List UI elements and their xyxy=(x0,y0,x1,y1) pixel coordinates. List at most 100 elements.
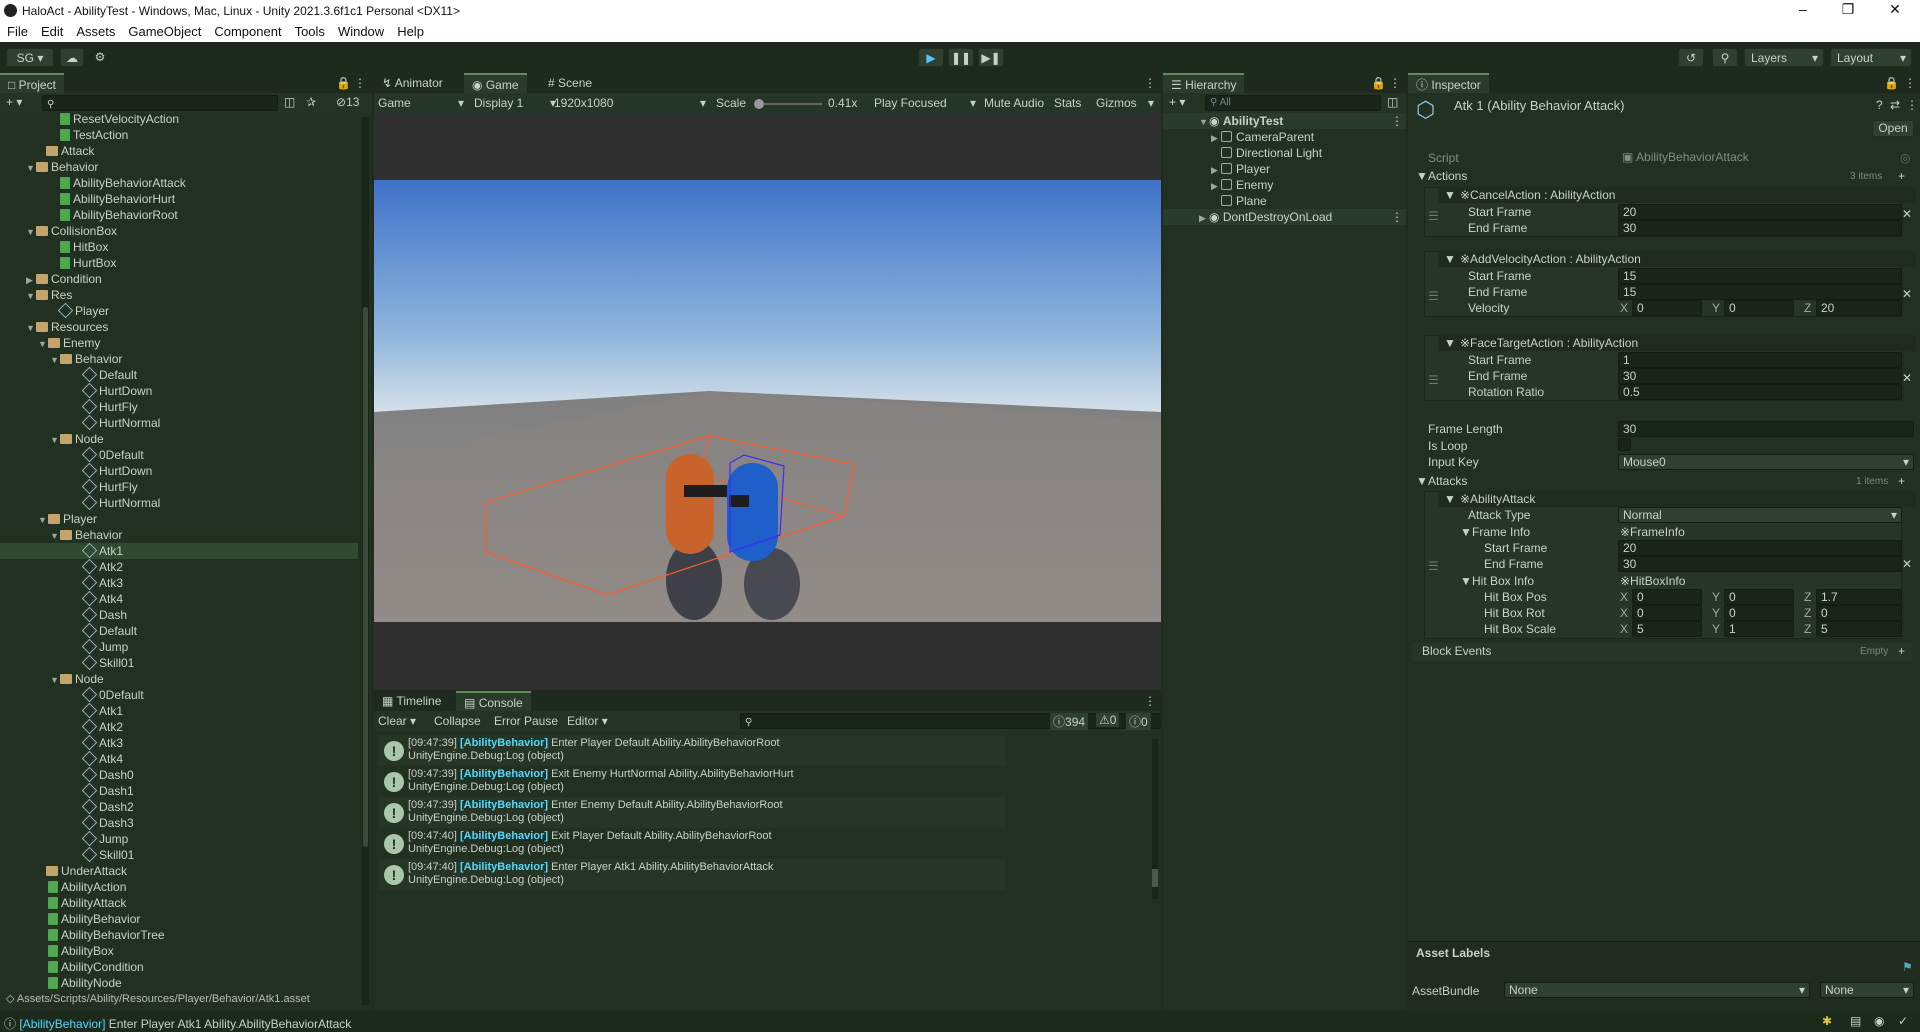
end-frame-field[interactable]: 30 xyxy=(1618,368,1902,384)
project-item[interactable]: HurtDown xyxy=(81,462,152,479)
target-icon[interactable]: ◎ xyxy=(1900,151,1910,165)
help-icon[interactable]: ? xyxy=(1876,98,1883,112)
frame-length-field[interactable]: 30 xyxy=(1618,421,1914,437)
tab-scene[interactable]: # Scene xyxy=(540,73,600,93)
chevron-down-icon[interactable]: ▼ xyxy=(26,320,36,336)
project-item[interactable]: HurtFly xyxy=(81,478,138,495)
hitbox-pos-x-field[interactable]: 0 xyxy=(1632,589,1702,605)
menu-edit[interactable]: Edit xyxy=(34,22,69,39)
project-item[interactable]: HurtBox xyxy=(60,255,116,271)
check-icon[interactable]: ✓ xyxy=(1898,1014,1908,1028)
start-frame-field[interactable]: 15 xyxy=(1618,268,1902,284)
log-count-toggle[interactable]: ⓘ394 xyxy=(1050,713,1089,730)
project-item[interactable]: AbilityBehaviorAttack xyxy=(60,175,186,191)
end-frame-field[interactable]: 30 xyxy=(1618,220,1902,236)
cache-icon[interactable]: ◉ xyxy=(1874,1014,1884,1028)
project-item[interactable]: AbilityAction xyxy=(48,879,126,895)
project-item[interactable]: AbilityCondition xyxy=(48,959,144,975)
project-item[interactable]: Atk1 xyxy=(81,542,123,559)
project-item[interactable]: AbilityNode xyxy=(48,975,122,991)
tab-inspector[interactable]: ⓘ Inspector xyxy=(1408,73,1489,93)
filter-label-icon[interactable]: ✰ xyxy=(306,95,316,109)
chevron-down-icon[interactable]: ▼ xyxy=(50,432,60,448)
lock-icon[interactable]: 🔒 xyxy=(1371,76,1386,90)
project-item[interactable]: Atk2 xyxy=(81,718,123,735)
ddol-root[interactable]: ▶ ◉ DontDestroyOnLoad xyxy=(1199,209,1332,225)
project-item[interactable]: HitBox xyxy=(60,239,108,255)
collab-icon[interactable]: ⚙ xyxy=(90,48,110,67)
lock-icon[interactable]: 🔒 xyxy=(336,76,351,90)
more-menu-icon[interactable]: ⋮ xyxy=(1144,694,1156,708)
filter-type-icon[interactable]: ◫ xyxy=(284,95,295,109)
bug-icon[interactable]: ✱ xyxy=(1822,1014,1832,1028)
scene-root[interactable]: ▼◉ AbilityTest xyxy=(1199,113,1283,129)
step-button[interactable]: ▶❚ xyxy=(978,48,1004,67)
project-item[interactable]: AbilityBehaviorTree xyxy=(48,927,165,943)
stats-toggle[interactable]: Stats xyxy=(1054,96,1081,110)
hitbox-pos-y-field[interactable]: 0 xyxy=(1724,589,1794,605)
more-menu-icon[interactable]: ⋮ xyxy=(1391,210,1403,224)
hitbox-pos-z-field[interactable]: 1.7 xyxy=(1816,589,1902,605)
history-icon[interactable]: ↺ xyxy=(1678,48,1704,67)
project-item[interactable]: ▼ CollisionBox xyxy=(26,223,117,239)
is-loop-checkbox[interactable] xyxy=(1618,438,1631,451)
project-item[interactable]: AbilityBehavior xyxy=(48,911,140,927)
project-item[interactable]: Player xyxy=(57,302,109,319)
add-action-button[interactable]: + xyxy=(1898,169,1905,183)
tab-game[interactable]: ◉ Game xyxy=(464,73,527,93)
project-item[interactable]: ▼ Node xyxy=(50,431,104,447)
start-frame-field[interactable]: 20 xyxy=(1618,204,1902,220)
project-item[interactable]: Default xyxy=(81,366,137,383)
play-focused-dropdown[interactable]: Play Focused ▾ xyxy=(874,96,978,110)
project-item[interactable]: 0Default xyxy=(81,446,144,463)
scrollbar-thumb[interactable] xyxy=(1152,869,1158,887)
hierarchy-item[interactable]: Directional Light xyxy=(1211,145,1322,161)
hitbox-rot-x-field[interactable]: 0 xyxy=(1632,605,1702,621)
create-button[interactable]: + ▾ xyxy=(1169,95,1185,109)
chevron-right-icon[interactable]: ▶ xyxy=(26,272,36,288)
scale-slider-handle[interactable] xyxy=(754,99,764,109)
lock-icon[interactable]: 🔒 xyxy=(1884,76,1899,90)
chevron-down-icon[interactable]: ▼ xyxy=(38,336,48,352)
progress-icon[interactable]: ▤ xyxy=(1850,1014,1861,1028)
project-item[interactable]: 0Default xyxy=(81,686,144,703)
close-button[interactable]: ✕ xyxy=(1880,1,1910,18)
tab-hierarchy[interactable]: ☰ Hierarchy xyxy=(1163,73,1245,93)
console-scrollbar[interactable] xyxy=(1152,739,1158,899)
collapse-toggle[interactable]: Collapse xyxy=(434,714,481,728)
layout-dropdown[interactable]: Layout ▾ xyxy=(1830,48,1912,67)
log-entry[interactable]: ! [09:47:40] [AbilityBehavior] Enter Play… xyxy=(378,859,1006,890)
project-item[interactable]: AbilityBox xyxy=(48,943,114,959)
project-item[interactable]: ▼ Player xyxy=(38,511,97,527)
more-menu-icon[interactable]: ⋮ xyxy=(1906,98,1918,112)
chevron-down-icon[interactable]: ▼ xyxy=(38,512,48,528)
scale-slider[interactable] xyxy=(754,99,822,109)
log-entry[interactable]: ! [09:47:39] [AbilityBehavior] Enter Play… xyxy=(378,735,1006,766)
hierarchy-item[interactable]: ▶ Player xyxy=(1211,161,1270,177)
project-item[interactable]: Skill01 xyxy=(81,654,134,671)
add-event-button[interactable]: + xyxy=(1898,644,1905,658)
attack-header[interactable]: ▼ ※AbilityAttack xyxy=(1438,491,1916,507)
asset-variant-dropdown[interactable]: None ▾ xyxy=(1820,982,1914,998)
chevron-down-icon[interactable]: ▼ xyxy=(26,224,36,240)
project-item[interactable]: Atk1 xyxy=(81,702,123,719)
project-item[interactable]: ▼ Node xyxy=(50,671,104,687)
clear-dropdown[interactable]: Clear ▾ xyxy=(378,714,416,728)
tab-project[interactable]: □ Project xyxy=(0,73,64,93)
project-item[interactable]: Skill01 xyxy=(81,846,134,863)
project-item[interactable]: HurtDown xyxy=(81,382,152,399)
project-item[interactable]: Attack xyxy=(36,143,94,159)
hierarchy-item[interactable]: Plane xyxy=(1211,193,1267,209)
project-item[interactable]: ▶ Condition xyxy=(26,271,102,287)
project-item[interactable]: AbilityBehaviorHurt xyxy=(60,191,175,207)
minimize-button[interactable]: – xyxy=(1788,1,1818,17)
fi-start-field[interactable]: 20 xyxy=(1618,540,1902,556)
project-item[interactable]: Atk4 xyxy=(81,750,123,767)
more-menu-icon[interactable]: ⋮ xyxy=(1144,76,1156,90)
error-pause-toggle[interactable]: Error Pause xyxy=(494,714,558,728)
pause-button[interactable]: ❚❚ xyxy=(948,48,974,67)
menu-file[interactable]: File xyxy=(0,22,34,39)
status-message[interactable]: ⓘ [AbilityBehavior] Enter Player Atk1 Ab… xyxy=(4,1015,351,1032)
menu-window[interactable]: Window xyxy=(331,22,390,39)
asset-bundle-dropdown[interactable]: None ▾ xyxy=(1504,982,1810,998)
